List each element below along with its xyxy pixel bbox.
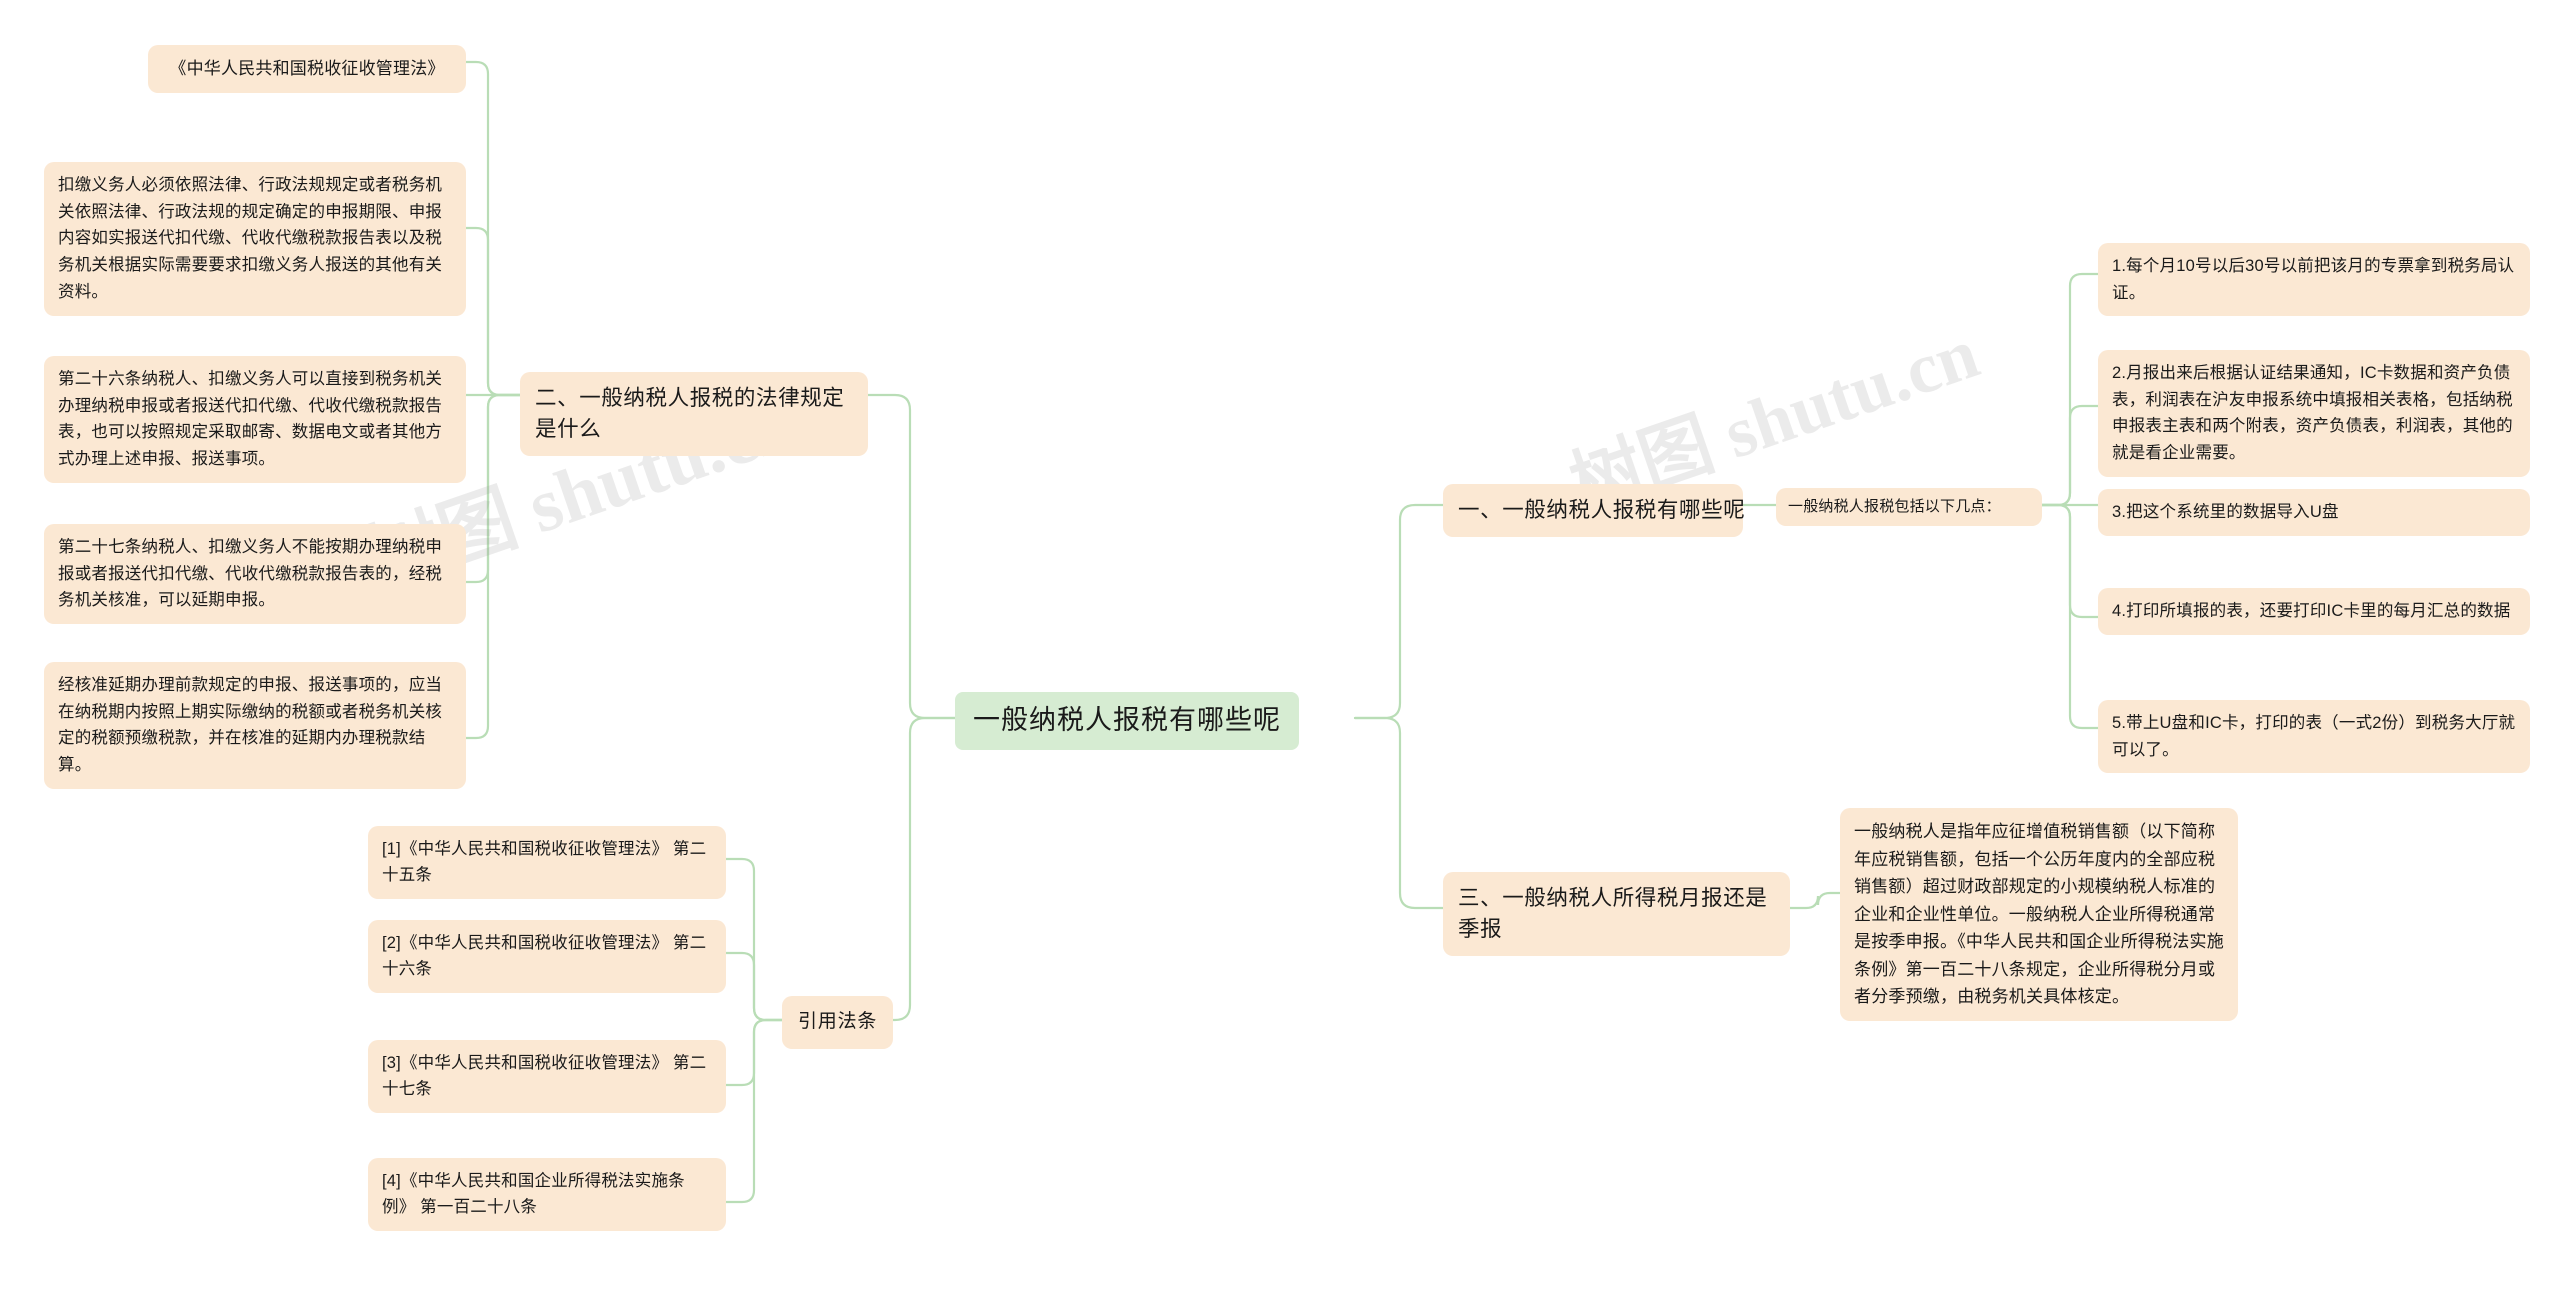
citation-item-1[interactable]: [1]《中华人民共和国税收征收管理法》 第二十五条 — [368, 826, 726, 899]
branch-3-item-1[interactable]: 一般纳税人是指年应征增值税销售额（以下简称年应税销售额，包括一个公历年度内的全部… — [1840, 808, 2238, 1021]
branch-2-item-2[interactable]: 第二十六条纳税人、扣缴义务人可以直接到税务机关办理纳税申报或者报送代扣代缴、代收… — [44, 356, 466, 483]
branch-1-intro-node[interactable]: 一般纳税人报税包括以下几点： — [1776, 488, 2042, 527]
law-title-node[interactable]: 《中华人民共和国税收征收管理法》 — [148, 45, 466, 93]
branch-2-item-1[interactable]: 扣缴义务人必须依照法律、行政法规规定或者税务机关依照法律、行政法规的规定确定的申… — [44, 162, 466, 316]
citation-item-3[interactable]: [3]《中华人民共和国税收征收管理法》 第二十七条 — [368, 1040, 726, 1113]
branch-1-item-2[interactable]: 2.月报出来后根据认证结果通知，IC卡数据和资产负债表，利润表在沪友申报系统中填… — [2098, 350, 2530, 477]
branch-node-4[interactable]: 引用法条 — [782, 996, 894, 1049]
branch-1-item-1[interactable]: 1.每个月10号以后30号以前把该月的专票拿到税务局认证。 — [2098, 243, 2530, 317]
branch-node-3[interactable]: 三、一般纳税人所得税月报还是季报 — [1443, 872, 1790, 957]
root-node[interactable]: 一般纳税人报税有哪些呢 — [955, 692, 1299, 750]
branch-2-item-4[interactable]: 经核准延期办理前款规定的申报、报送事项的，应当在纳税期内按照上期实际缴纳的税额或… — [44, 662, 466, 789]
mindmap-canvas: 树图 shutu.cn 树图 shutu.cn 一般纳税人报税有哪些呢 二、一般… — [0, 0, 2560, 1295]
branch-1-item-3[interactable]: 3.把这个系统里的数据导入U盘 — [2098, 489, 2530, 536]
branch-1-item-5[interactable]: 5.带上U盘和IC卡，打印的表（一式2份）到税务大厅就可以了。 — [2098, 700, 2530, 774]
branch-node-2[interactable]: 二、一般纳税人报税的法律规定是什么 — [520, 372, 868, 457]
citation-item-4[interactable]: [4]《中华人民共和国企业所得税法实施条例》 第一百二十八条 — [368, 1158, 726, 1231]
branch-node-1[interactable]: 一、一般纳税人报税有哪些呢 — [1443, 484, 1745, 538]
branch-2-item-3[interactable]: 第二十七条纳税人、扣缴义务人不能按期办理纳税申报或者报送代扣代缴、代收代缴税款报… — [44, 524, 466, 625]
branch-1-item-4[interactable]: 4.打印所填报的表，还要打印IC卡里的每月汇总的数据 — [2098, 588, 2530, 635]
citation-item-2[interactable]: [2]《中华人民共和国税收征收管理法》 第二十六条 — [368, 920, 726, 993]
